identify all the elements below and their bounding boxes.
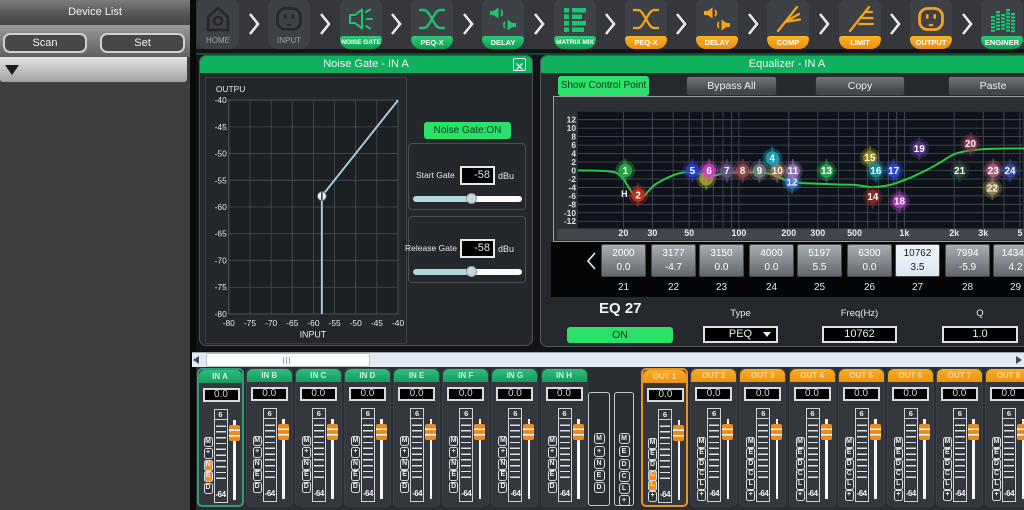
svg-text:9: 9 [757, 166, 763, 177]
svg-text:-80: -80 [223, 318, 235, 328]
svg-text:21: 21 [954, 166, 965, 177]
svg-text:-45: -45 [215, 122, 227, 132]
svg-text:24: 24 [1004, 166, 1015, 177]
svg-text:16: 16 [870, 166, 881, 177]
svg-text:1: 1 [623, 166, 629, 177]
svg-text:-40: -40 [215, 95, 227, 105]
svg-text:-55: -55 [329, 318, 341, 328]
svg-text:11: 11 [788, 166, 799, 177]
svg-text:-55: -55 [215, 175, 227, 185]
svg-text:5: 5 [1017, 228, 1022, 238]
svg-text:14: 14 [867, 192, 878, 203]
svg-text:100: 100 [732, 228, 747, 238]
svg-text:2k: 2k [949, 228, 959, 238]
svg-text:-50: -50 [350, 318, 362, 328]
svg-text:-45: -45 [371, 318, 383, 328]
svg-text:-40: -40 [392, 318, 404, 328]
svg-text:8: 8 [740, 166, 746, 177]
svg-text:5: 5 [690, 166, 696, 177]
svg-text:INPUT: INPUT [300, 330, 327, 340]
svg-text:3k: 3k [978, 228, 988, 238]
svg-text:300: 300 [810, 228, 825, 238]
svg-text:500: 500 [847, 228, 862, 238]
svg-text:-60: -60 [215, 202, 227, 212]
svg-text:13: 13 [821, 166, 832, 177]
svg-text:H: H [621, 189, 627, 199]
svg-text:-60: -60 [307, 318, 319, 328]
svg-text:30: 30 [648, 228, 658, 238]
svg-text:23: 23 [988, 166, 999, 177]
svg-text:-70: -70 [265, 318, 277, 328]
svg-text:4: 4 [770, 154, 776, 165]
svg-text:2: 2 [635, 190, 641, 201]
svg-text:18: 18 [894, 197, 905, 208]
svg-text:50: 50 [684, 228, 694, 238]
svg-text:-70: -70 [215, 255, 227, 265]
svg-text:20: 20 [618, 228, 628, 238]
svg-text:-65: -65 [215, 229, 227, 239]
svg-text:22: 22 [987, 184, 998, 195]
svg-text:12: 12 [567, 115, 577, 125]
svg-text:7: 7 [724, 166, 730, 177]
svg-text:20: 20 [965, 139, 976, 150]
svg-text:6: 6 [706, 166, 712, 177]
svg-text:-65: -65 [286, 318, 298, 328]
svg-text:-75: -75 [215, 282, 227, 292]
svg-text:OUTPU: OUTPU [216, 84, 245, 94]
svg-text:-50: -50 [215, 149, 227, 159]
svg-text:19: 19 [914, 144, 925, 155]
svg-text:200: 200 [781, 228, 796, 238]
svg-text:1k: 1k [899, 228, 909, 238]
svg-text:17: 17 [888, 166, 899, 177]
svg-text:-75: -75 [244, 318, 256, 328]
